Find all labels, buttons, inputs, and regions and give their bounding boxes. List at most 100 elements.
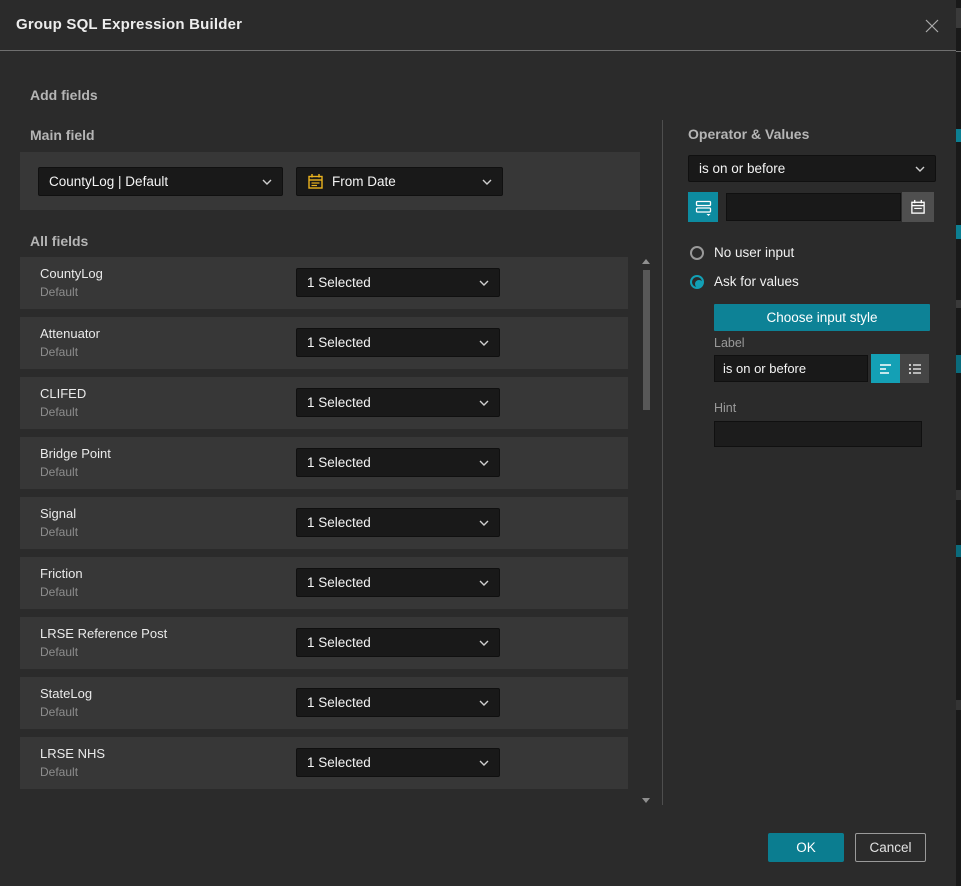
input-type-button[interactable]: [688, 192, 718, 222]
scrollbar-thumb[interactable]: [643, 270, 650, 410]
edge-fragment: [956, 545, 961, 557]
dialog-surface: Group SQL Expression Builder Add fields …: [0, 0, 956, 886]
field-source: Default: [40, 705, 78, 719]
chevron-down-icon: [479, 400, 489, 406]
chevron-down-icon: [479, 520, 489, 526]
all-fields-heading: All fields: [30, 233, 88, 249]
field-row: Attenuator Default 1 Selected: [20, 317, 628, 369]
field-values-select[interactable]: 1 Selected: [296, 748, 500, 777]
list-display-button[interactable]: [900, 354, 929, 383]
bullet-list-icon: [907, 361, 923, 377]
panel-divider: [662, 120, 663, 805]
field-row: LRSE Reference Post Default 1 Selected: [20, 617, 628, 669]
field-name: Bridge Point: [40, 446, 111, 461]
background-app-edge: [956, 0, 961, 886]
chevron-down-icon: [479, 460, 489, 466]
operator-select[interactable]: is on or before: [688, 155, 936, 182]
main-field-select-value: From Date: [332, 174, 474, 189]
radio-icon: [690, 275, 704, 289]
hint-input[interactable]: [714, 421, 922, 447]
field-values-select[interactable]: 1 Selected: [296, 328, 500, 357]
calendar-icon: [910, 199, 926, 215]
edge-fragment: [956, 8, 961, 28]
align-left-icon: [878, 361, 894, 377]
field-name: CountyLog: [40, 266, 103, 281]
field-values-select-value: 1 Selected: [307, 275, 471, 290]
field-values-select[interactable]: 1 Selected: [296, 568, 500, 597]
field-name: Signal: [40, 506, 76, 521]
radio-option-label: No user input: [714, 245, 794, 260]
chevron-down-icon: [479, 580, 489, 586]
chevron-down-icon: [479, 760, 489, 766]
label-display-button[interactable]: [871, 354, 900, 383]
dialog-title: Group SQL Expression Builder: [16, 16, 242, 33]
radio-option[interactable]: No user input: [690, 245, 794, 260]
hint-field-label: Hint: [714, 401, 736, 415]
radio-option[interactable]: Ask for values: [690, 274, 799, 289]
date-picker-button[interactable]: [902, 192, 934, 222]
operator-select-value: is on or before: [699, 161, 907, 176]
chevron-down-icon: [482, 179, 492, 185]
value-row: [688, 192, 936, 222]
edge-fragment: [956, 51, 961, 52]
field-row: Signal Default 1 Selected: [20, 497, 628, 549]
field-row: CLIFED Default 1 Selected: [20, 377, 628, 429]
field-name: Attenuator: [40, 326, 100, 341]
field-source: Default: [40, 405, 78, 419]
choose-input-style-button[interactable]: Choose input style: [714, 304, 930, 331]
field-source: Default: [40, 585, 78, 599]
field-values-select[interactable]: 1 Selected: [296, 508, 500, 537]
edge-fragment: [956, 490, 961, 500]
field-values-select-value: 1 Selected: [307, 575, 471, 590]
edge-fragment: [956, 129, 961, 142]
field-row: LRSE NHS Default 1 Selected: [20, 737, 628, 789]
field-values-select-value: 1 Selected: [307, 695, 471, 710]
group-sql-expression-builder-dialog: Group SQL Expression Builder Add fields …: [0, 0, 961, 886]
calendar-icon: [307, 173, 324, 190]
close-button[interactable]: [921, 15, 943, 37]
field-name: CLIFED: [40, 386, 86, 401]
field-row: CountyLog Default 1 Selected: [20, 257, 628, 309]
layer-select[interactable]: CountyLog | Default: [38, 167, 283, 196]
field-source: Default: [40, 765, 78, 779]
field-row: StateLog Default 1 Selected: [20, 677, 628, 729]
close-icon: [924, 18, 940, 34]
label-field-label: Label: [714, 336, 745, 350]
field-values-select[interactable]: 1 Selected: [296, 388, 500, 417]
chevron-down-icon: [479, 340, 489, 346]
field-values-select[interactable]: 1 Selected: [296, 688, 500, 717]
operator-values-heading: Operator & Values: [688, 126, 809, 142]
layer-select-value: CountyLog | Default: [49, 174, 254, 189]
ok-button[interactable]: OK: [768, 833, 844, 862]
field-name: StateLog: [40, 686, 92, 701]
field-source: Default: [40, 345, 78, 359]
field-source: Default: [40, 285, 78, 299]
dialog-titlebar: Group SQL Expression Builder: [0, 0, 961, 51]
main-field-panel: CountyLog | Default From Date: [20, 152, 640, 210]
chevron-down-icon: [479, 700, 489, 706]
list-scrollbar[interactable]: [643, 257, 650, 805]
field-source: Default: [40, 465, 78, 479]
field-values-select-value: 1 Selected: [307, 335, 471, 350]
main-field-select[interactable]: From Date: [296, 167, 503, 196]
radio-option-label: Ask for values: [714, 274, 799, 289]
add-fields-heading: Add fields: [30, 87, 98, 103]
edge-fragment: [956, 700, 961, 710]
field-values-select-value: 1 Selected: [307, 755, 471, 770]
field-values-select[interactable]: 1 Selected: [296, 268, 500, 297]
field-row: Friction Default 1 Selected: [20, 557, 628, 609]
field-values-select[interactable]: 1 Selected: [296, 448, 500, 477]
scroll-down-icon[interactable]: [642, 798, 650, 803]
radio-icon: [690, 246, 704, 260]
input-type-icon: [695, 199, 712, 216]
field-row: Bridge Point Default 1 Selected: [20, 437, 628, 489]
field-values-select[interactable]: 1 Selected: [296, 628, 500, 657]
value-input[interactable]: [726, 193, 901, 221]
label-input[interactable]: [714, 355, 868, 382]
scroll-up-icon[interactable]: [642, 259, 650, 264]
chevron-down-icon: [915, 166, 925, 172]
cancel-button[interactable]: Cancel: [855, 833, 926, 862]
edge-fragment: [956, 355, 961, 373]
field-values-select-value: 1 Selected: [307, 515, 471, 530]
edge-fragment: [956, 225, 961, 239]
